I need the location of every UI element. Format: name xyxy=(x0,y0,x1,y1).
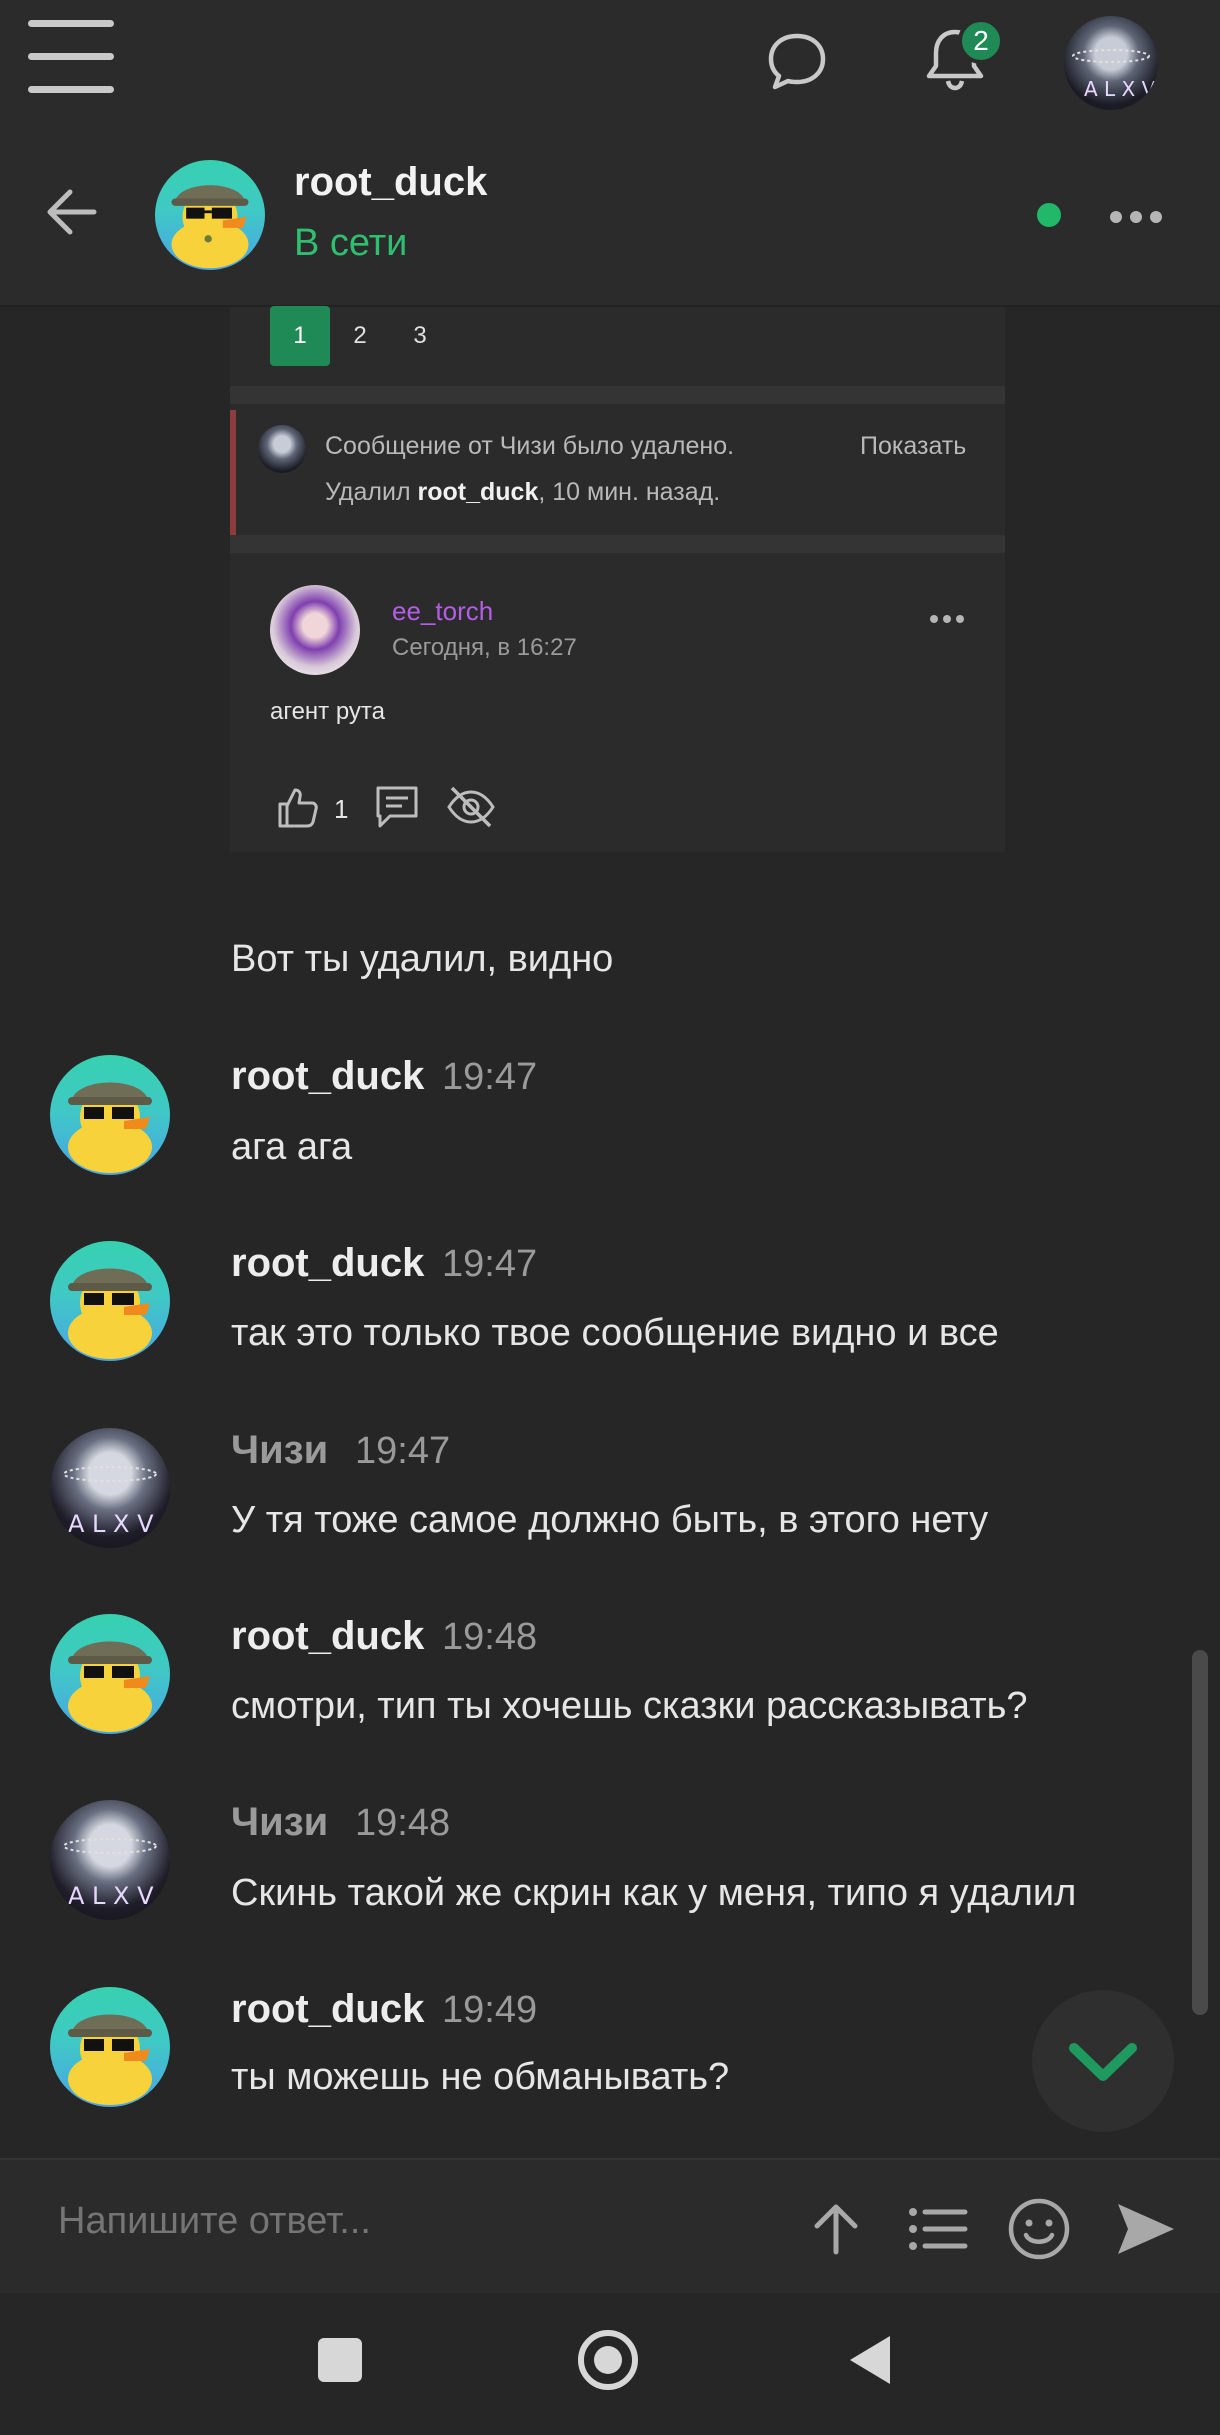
message-author[interactable]: root_duck xyxy=(231,1241,424,1286)
online-status-text: В сети xyxy=(294,222,408,264)
hide-eye-icon[interactable] xyxy=(446,782,496,832)
message-author[interactable]: root_duck xyxy=(231,1054,424,1099)
message-time: 19:48 xyxy=(442,1616,538,1658)
notification-badge: 2 xyxy=(958,18,1004,64)
message-time: 19:47 xyxy=(442,1243,538,1285)
chat-bubble-icon[interactable] xyxy=(766,30,828,92)
message-author-avatar[interactable]: A L X V xyxy=(50,1800,170,1920)
thumbs-up-icon[interactable] xyxy=(274,784,320,830)
deleted-by-text: Удалил root_duck, 10 мин. назад. xyxy=(325,478,720,507)
message-text: ты можешь не обманывать? xyxy=(231,2056,730,2098)
post-body: агент рута xyxy=(270,698,385,725)
scroll-to-bottom-button[interactable] xyxy=(1032,1990,1174,2132)
post-author-name[interactable]: ee_torch xyxy=(392,596,493,627)
chat-partner-avatar[interactable] xyxy=(155,160,265,270)
divider xyxy=(230,535,1005,553)
top-bar xyxy=(0,0,1220,125)
message-time: 19:47 xyxy=(355,1430,451,1472)
message-time: 19:49 xyxy=(442,1989,538,2031)
chat-partner-name: root_duck xyxy=(294,160,488,204)
post-author-avatar[interactable] xyxy=(270,585,360,675)
scrollbar[interactable] xyxy=(1192,1650,1208,2015)
show-deleted-link[interactable]: Показать xyxy=(860,432,966,461)
chevron-down-icon xyxy=(1069,2043,1137,2081)
list-icon[interactable] xyxy=(903,2196,969,2262)
svg-text:A L X V: A L X V xyxy=(68,1510,154,1538)
message-author[interactable]: Чизи xyxy=(231,1428,328,1473)
message-author-avatar[interactable] xyxy=(50,1614,170,1734)
message-author-avatar[interactable] xyxy=(50,1055,170,1175)
message-author[interactable]: root_duck xyxy=(231,1614,424,1659)
page-button-3[interactable]: 3 xyxy=(390,306,450,366)
post-more-icon[interactable] xyxy=(930,610,970,623)
home-button[interactable] xyxy=(578,2330,638,2390)
deleted-by-suffix: , 10 мин. назад. xyxy=(538,478,721,506)
page-button-1[interactable]: 1 xyxy=(270,306,330,366)
message-text: ага ага xyxy=(231,1126,353,1168)
message-text: смотри, тип ты хочешь сказки рассказыват… xyxy=(231,1685,1028,1727)
emoji-icon[interactable] xyxy=(1006,2196,1072,2262)
message-text: Скинь такой же скрин как у меня, типо я … xyxy=(231,1872,1077,1914)
back-arrow-icon[interactable] xyxy=(40,180,104,244)
post-timestamp: Сегодня, в 16:27 xyxy=(392,634,577,661)
message-time: 19:48 xyxy=(355,1802,451,1844)
message-text: так это только твое сообщение видно и вс… xyxy=(231,1312,999,1354)
comment-icon[interactable] xyxy=(374,784,420,830)
svg-text:A L X V: A L X V xyxy=(68,1882,154,1910)
message-text: Вот ты удалил, видно xyxy=(231,938,614,980)
message-author-avatar[interactable] xyxy=(50,1241,170,1361)
message-author[interactable]: root_duck xyxy=(231,1987,424,2032)
message-author-avatar[interactable] xyxy=(50,1987,170,2107)
deleted-message-notice xyxy=(230,410,1005,535)
upload-arrow-icon[interactable] xyxy=(803,2196,869,2262)
user-avatar[interactable]: A L X V xyxy=(1064,16,1158,110)
system-back-button[interactable] xyxy=(850,2336,890,2384)
online-indicator xyxy=(1037,203,1061,227)
like-count: 1 xyxy=(334,794,349,824)
deleted-notice-text: Сообщение от Чизи было удалено. xyxy=(325,432,735,460)
deleted-by-prefix: Удалил xyxy=(325,478,418,506)
deleted-by-user[interactable]: root_duck xyxy=(418,478,539,506)
reply-input[interactable] xyxy=(58,2200,758,2243)
recents-button[interactable] xyxy=(318,2338,362,2382)
more-options-icon[interactable] xyxy=(1110,210,1170,224)
message-author-avatar[interactable]: A L X V xyxy=(50,1428,170,1548)
message-time: 19:47 xyxy=(442,1056,538,1098)
menu-icon[interactable] xyxy=(28,20,114,94)
message-author[interactable]: Чизи xyxy=(231,1800,328,1845)
divider xyxy=(230,386,1005,404)
page-button-2[interactable]: 2 xyxy=(330,306,390,366)
message-text: У тя тоже самое должно быть, в этого нет… xyxy=(231,1499,989,1541)
deleted-author-avatar xyxy=(258,425,306,473)
send-icon[interactable] xyxy=(1112,2196,1178,2262)
